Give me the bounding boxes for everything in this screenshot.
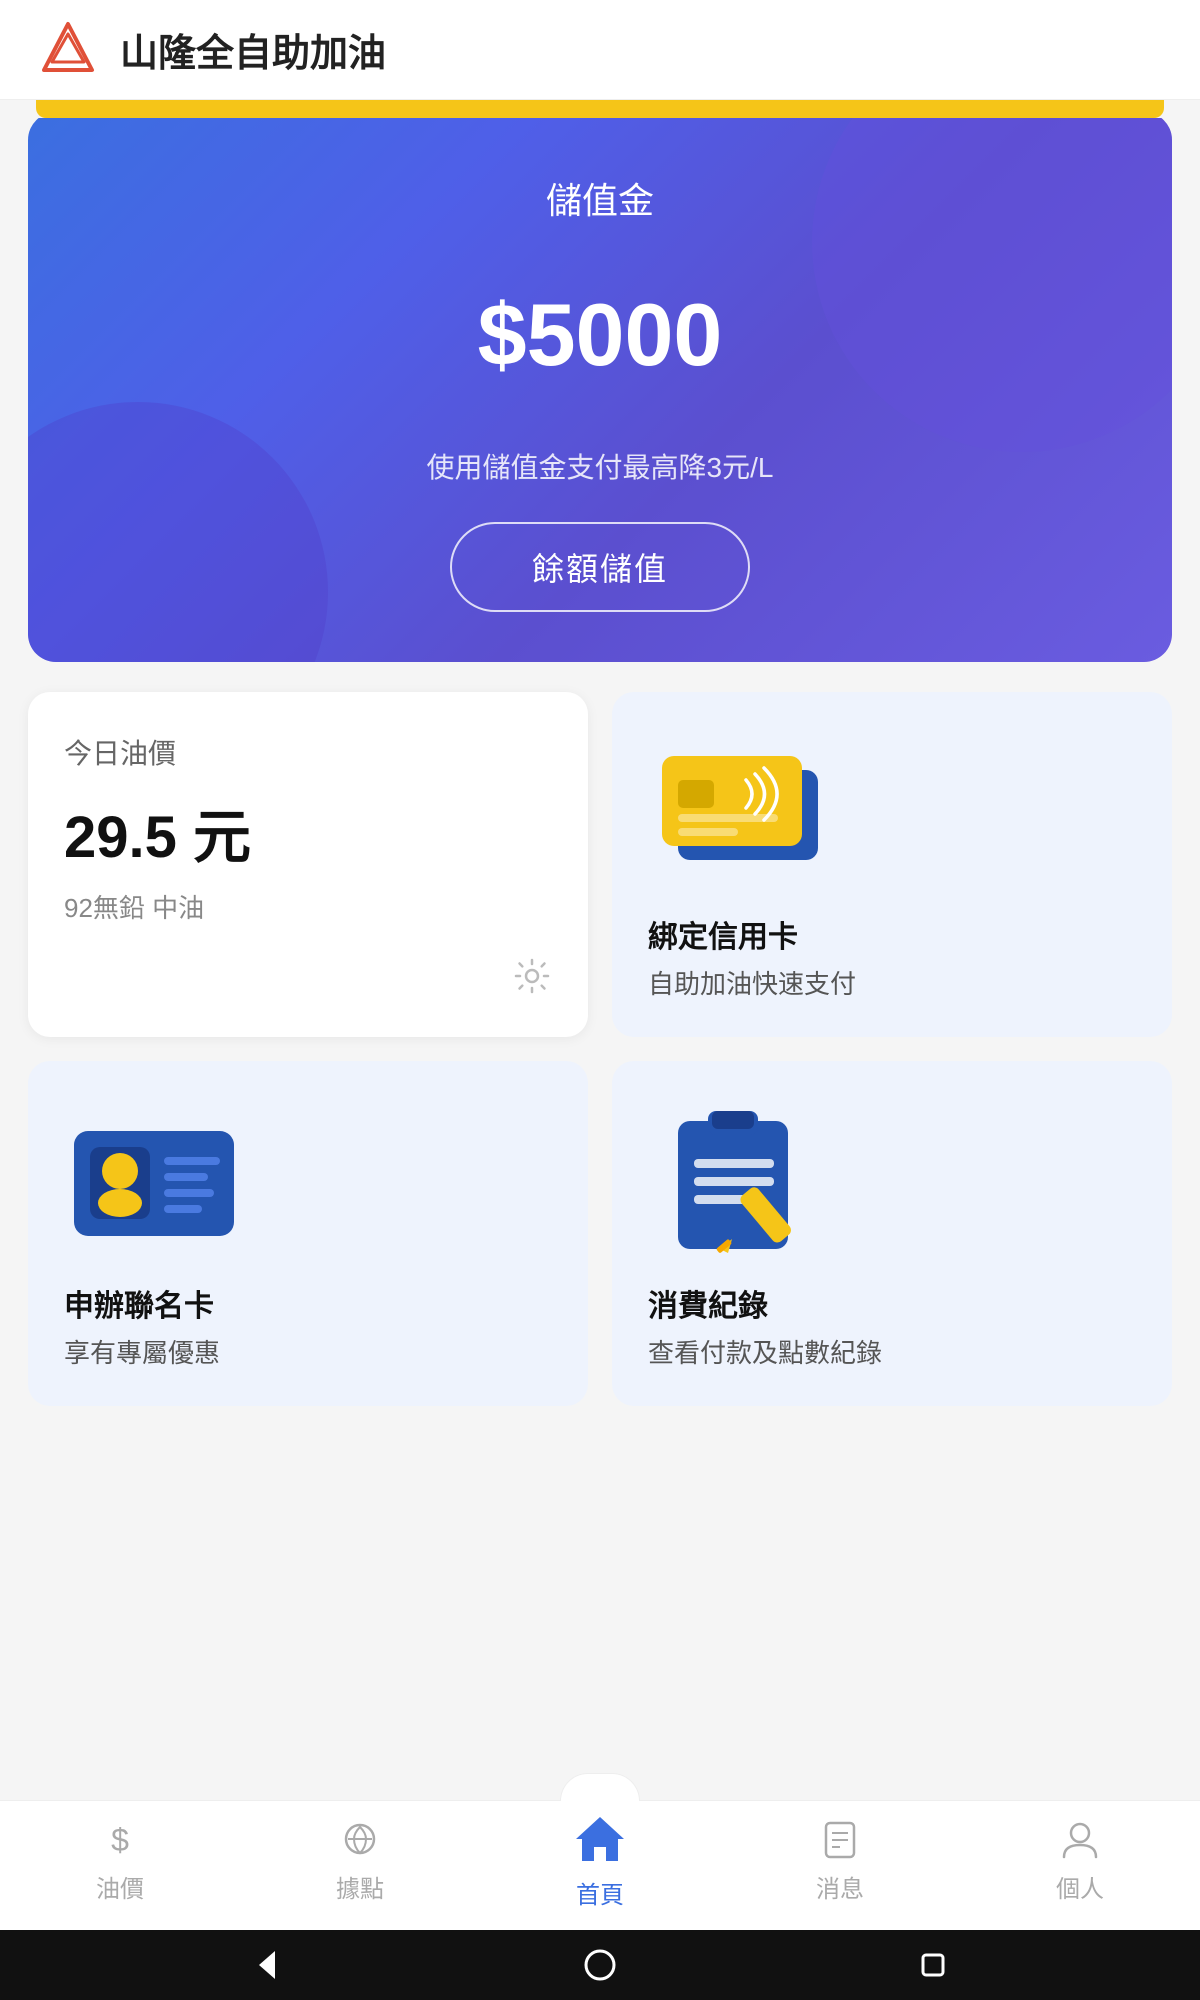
oil-price-card[interactable]: 今日油價 29.5 元 92無鉛 中油 bbox=[28, 692, 588, 1037]
app-title: 山隆全自助加油 bbox=[120, 22, 386, 77]
nav-item-station[interactable]: 據點 bbox=[240, 1817, 480, 1904]
member-card-title: 申辦聯名卡 bbox=[64, 1281, 552, 1325]
oil-date-label: 今日油價 bbox=[64, 732, 552, 772]
bottom-nav: $ 油價 據點 首頁 消息 個人 bbox=[0, 1800, 1200, 1930]
main-content: 儲值金 $5000 使用儲值金支付最高降3元/L 餘額儲值 今日油價 29.5 … bbox=[0, 118, 1200, 1800]
balance-amount: $5000 bbox=[68, 284, 1132, 386]
oil-price-nav-icon: $ bbox=[98, 1817, 142, 1861]
yellow-accent-bar bbox=[36, 100, 1164, 118]
member-card-icon bbox=[64, 1111, 264, 1251]
credit-card-subtitle: 自助加油快速支付 bbox=[648, 964, 1136, 1001]
nav-label-home: 首頁 bbox=[576, 1875, 624, 1910]
credit-card-icon bbox=[648, 742, 848, 882]
profile-nav-icon bbox=[1058, 1817, 1102, 1861]
nav-label-oil: 油價 bbox=[96, 1869, 144, 1904]
balance-label: 儲值金 bbox=[68, 172, 1132, 224]
station-nav-icon bbox=[338, 1817, 382, 1861]
news-nav-icon bbox=[818, 1817, 862, 1861]
member-card-subtitle: 享有專屬優惠 bbox=[64, 1333, 552, 1370]
nav-label-profile: 個人 bbox=[1056, 1869, 1104, 1904]
android-nav-bar bbox=[0, 1930, 1200, 2000]
android-back-button[interactable] bbox=[243, 1941, 291, 1989]
credit-card-title: 綁定信用卡 bbox=[648, 912, 1136, 956]
consumption-icon bbox=[648, 1101, 828, 1261]
member-card-feature[interactable]: 申辦聯名卡 享有專屬優惠 bbox=[28, 1061, 588, 1406]
android-home-icon bbox=[582, 1947, 618, 1983]
member-card-icon-area bbox=[64, 1101, 552, 1261]
oil-type: 92無鉛 中油 bbox=[64, 888, 552, 925]
credit-card-icon-area bbox=[648, 732, 1136, 892]
nav-item-news[interactable]: 消息 bbox=[720, 1817, 960, 1904]
nav-item-oil[interactable]: $ 油價 bbox=[0, 1817, 240, 1904]
consumption-icon-area bbox=[648, 1101, 1136, 1261]
consumption-title: 消費紀錄 bbox=[648, 1281, 1136, 1325]
topup-button[interactable]: 餘額儲值 bbox=[450, 522, 750, 612]
balance-hint: 使用儲值金支付最高降3元/L bbox=[68, 446, 1132, 486]
android-recent-button[interactable] bbox=[909, 1941, 957, 1989]
home-nav-icon bbox=[570, 1811, 630, 1867]
cards-grid-row2: 申辦聯名卡 享有專屬優惠 bbox=[28, 1061, 1172, 1406]
svg-text:$: $ bbox=[111, 1822, 129, 1858]
consumption-feature[interactable]: 消費紀錄 查看付款及點數紀錄 bbox=[612, 1061, 1172, 1406]
android-home-button[interactable] bbox=[576, 1941, 624, 1989]
recent-icon bbox=[915, 1947, 951, 1983]
nav-item-home[interactable]: 首頁 bbox=[480, 1811, 720, 1910]
settings-icon[interactable] bbox=[512, 956, 552, 1001]
nav-label-news: 消息 bbox=[816, 1869, 864, 1904]
app-logo bbox=[36, 18, 100, 82]
balance-card: 儲值金 $5000 使用儲值金支付最高降3元/L 餘額儲值 bbox=[28, 118, 1172, 662]
oil-price-value: 29.5 元 bbox=[64, 790, 552, 874]
nav-item-profile[interactable]: 個人 bbox=[960, 1817, 1200, 1904]
home-bump bbox=[560, 1773, 640, 1801]
cards-grid-row1: 今日油價 29.5 元 92無鉛 中油 bbox=[28, 692, 1172, 1037]
consumption-subtitle: 查看付款及點數紀錄 bbox=[648, 1333, 1136, 1370]
credit-card-feature[interactable]: 綁定信用卡 自助加油快速支付 bbox=[612, 692, 1172, 1037]
back-icon bbox=[249, 1947, 285, 1983]
header: 山隆全自助加油 bbox=[0, 0, 1200, 100]
nav-label-station: 據點 bbox=[336, 1869, 384, 1904]
